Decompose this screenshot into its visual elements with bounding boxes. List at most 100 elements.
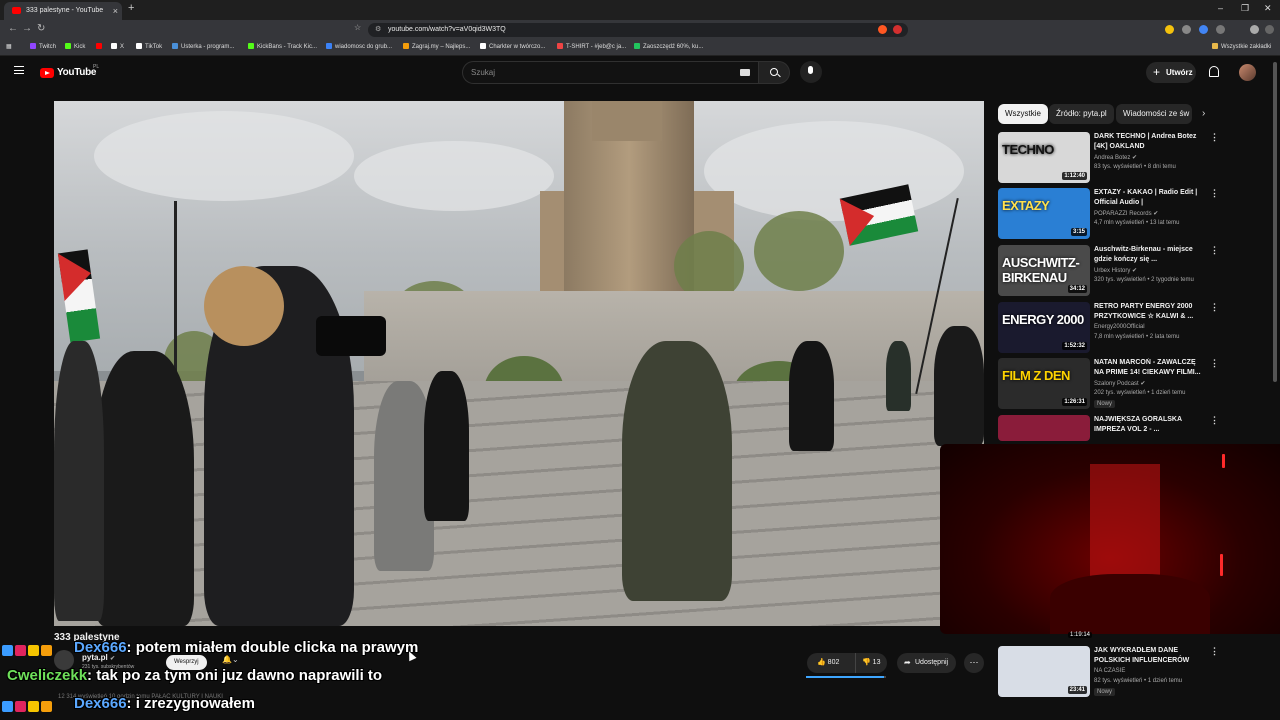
recommendation-channel[interactable]: Urbex History ✔	[1094, 267, 1137, 274]
video-thumbnail[interactable]: TECHNO 1:12:40	[998, 132, 1090, 183]
video-player[interactable]	[54, 101, 984, 626]
chevron-right-icon[interactable]: ›	[1202, 108, 1205, 119]
video-thumbnail[interactable]: FILM Z DEN 1:26:31	[998, 358, 1090, 409]
user-avatar[interactable]	[1239, 64, 1256, 81]
browser-tab[interactable]: 333 palestyne - YouTube ×	[4, 2, 122, 20]
recommendation-item[interactable]: AUSCHWITZ-BIRKENAU 34:12 Auschwitz-Birke…	[996, 245, 1266, 297]
chat-badges	[2, 698, 54, 713]
recommendation-channel[interactable]: NA CZASIE	[1094, 668, 1125, 674]
search-input[interactable]: Szukaj	[462, 61, 758, 84]
bookmark-item[interactable]: Kick	[65, 43, 85, 50]
more-options-icon[interactable]: ⋮	[1210, 415, 1219, 426]
chip-source[interactable]: Źródło: pyta.pl	[1049, 104, 1114, 124]
bookmark-item[interactable]: Charkter w twórczo...	[480, 43, 545, 50]
chip-news[interactable]: Wiadomości ze św	[1116, 104, 1192, 124]
recommendation-title[interactable]: Auschwitz-Birkenau - miejsce gdzie kończ…	[1094, 245, 1206, 265]
more-options-icon[interactable]: ⋮	[1210, 188, 1219, 199]
video-thumbnail[interactable]: ENERGY 2000 1:52:32	[998, 302, 1090, 353]
profile-icon[interactable]	[1250, 25, 1259, 34]
menu-hamburger-icon[interactable]	[14, 66, 24, 74]
recommendation-title[interactable]: RETRO PARTY ENERGY 2000 PRZYTKOWICE ☆ KA…	[1094, 302, 1206, 322]
extension-icon[interactable]	[1199, 25, 1208, 34]
recommendation-item[interactable]: 23:41 JAK WYKRADŁEM DANE POLSKICH INFLUE…	[996, 646, 1266, 698]
reload-button[interactable]: ↻	[37, 23, 45, 34]
like-button[interactable]: 👍 802	[817, 653, 839, 673]
tab-close-icon[interactable]: ×	[113, 2, 118, 20]
recommendation-item[interactable]: EXTAZY 3:15 EXTAZY - KAKAO | Radio Edit …	[996, 188, 1266, 240]
site-info-icon[interactable]: ⚙	[375, 23, 381, 37]
extension-alert-icon[interactable]	[893, 25, 902, 34]
more-options-icon[interactable]: ⋮	[1210, 302, 1219, 313]
recommendation-channel[interactable]: Andrea Botez ✔	[1094, 154, 1137, 161]
window-close-button[interactable]: ✕	[1264, 3, 1272, 14]
recommendation-meta: 320 tys. wyświetleń • 2 tygodnie temu	[1094, 277, 1194, 283]
video-thumbnail[interactable]	[998, 415, 1090, 441]
window-maximize-button[interactable]: ❐	[1241, 3, 1249, 14]
more-options-icon[interactable]: ⋮	[1210, 132, 1219, 143]
notifications-bell-icon[interactable]	[1209, 66, 1219, 77]
browser-menu-icon[interactable]	[1265, 25, 1274, 34]
search-button[interactable]	[758, 61, 790, 84]
chat-badge-icon	[41, 701, 52, 713]
chip-all[interactable]: Wszystkie	[998, 104, 1048, 124]
youtube-header: YouTube PL Szukaj + Utwórz	[0, 57, 1280, 89]
youtube-logo-text[interactable]: YouTube	[57, 67, 97, 78]
bookmark-star-icon[interactable]: ☆	[354, 23, 361, 32]
recommendation-title[interactable]: JAK WYKRADŁEM DANE POLSKICH INFLUENCERÓW	[1094, 646, 1206, 666]
video-duration: 1:19:14	[1068, 632, 1093, 638]
more-options-icon[interactable]: ⋮	[1210, 646, 1219, 657]
bookmark-item[interactable]: Zagraj.my – Najleps...	[403, 43, 470, 50]
recommendation-channel[interactable]: Szalony Podcast ✔	[1094, 380, 1145, 387]
recommendation-item[interactable]: ENERGY 2000 1:52:32 RETRO PARTY ENERGY 2…	[996, 302, 1266, 354]
all-bookmarks-folder[interactable]: Wszystkie zakładki	[1212, 43, 1271, 50]
recommendation-title[interactable]: EXTAZY - KAKAO | Radio Edit | Official A…	[1094, 188, 1206, 208]
brave-shield-icon[interactable]	[878, 25, 887, 34]
video-thumbnail[interactable]: AUSCHWITZ-BIRKENAU 34:12	[998, 245, 1090, 296]
chat-badges	[2, 642, 54, 657]
page-scrollbar[interactable]	[1273, 62, 1277, 382]
share-button[interactable]: Udostępnij	[897, 653, 957, 673]
recommendation-channel[interactable]: Energy2000Official	[1094, 324, 1145, 330]
like-dislike-group: 👍 802 👎 13	[807, 653, 887, 673]
chat-badge-icon	[28, 701, 39, 713]
apps-grid-icon[interactable]: ▦	[6, 43, 12, 50]
dislike-button[interactable]: 👎 13	[855, 653, 880, 673]
chat-username: Dex666	[74, 695, 127, 712]
more-options-icon[interactable]: ⋮	[1210, 245, 1219, 256]
bookmark-item[interactable]: TikTok	[136, 43, 162, 50]
extensions-puzzle-icon[interactable]	[1216, 25, 1225, 34]
chat-badge-icon	[2, 645, 13, 657]
bookmark-item[interactable]: X	[111, 43, 124, 50]
recommendation-channel[interactable]: POPARAZZI Records ✔	[1094, 210, 1158, 217]
recommendation-title[interactable]: NATAN MARCOŃ - ZAWALCZĘ NA PRIME 14! CIE…	[1094, 358, 1206, 378]
bookmark-item[interactable]	[96, 43, 105, 50]
recommendation-item[interactable]: TECHNO 1:12:40 DARK TECHNO | Andrea Bote…	[996, 132, 1266, 184]
more-options-icon[interactable]: ⋮	[1210, 358, 1219, 369]
bookmark-item[interactable]: T-SHIRT - #jeb@c ja...	[557, 43, 626, 50]
video-thumbnail[interactable]: 23:41	[998, 646, 1090, 697]
window-minimize-button[interactable]: –	[1218, 3, 1223, 13]
bookmark-item[interactable]: Twitch	[30, 43, 56, 50]
recommendation-title[interactable]: NAJWIĘKSZA GÓRALSKA IMPREZA VOL 2 - ...	[1094, 415, 1206, 435]
like-ratio-fill	[806, 676, 885, 678]
new-tab-button[interactable]: +	[128, 2, 134, 14]
keyboard-icon[interactable]	[740, 69, 750, 76]
extension-icon[interactable]	[1165, 25, 1174, 34]
voice-search-mic-icon[interactable]	[800, 61, 822, 83]
extension-icon[interactable]	[1182, 25, 1191, 34]
recommendation-title[interactable]: DARK TECHNO | Andrea Botez [4K] OAKLAND	[1094, 132, 1206, 152]
bookmark-item[interactable]: Zaoszczędź 60%, ku...	[634, 43, 703, 50]
more-actions-icon[interactable]: ⋯	[964, 653, 984, 673]
recommendation-item[interactable]: FILM Z DEN 1:26:31 NATAN MARCOŃ - ZAWALC…	[996, 358, 1266, 410]
video-thumbnail[interactable]: EXTAZY 3:15	[998, 188, 1090, 239]
back-button[interactable]: ←	[8, 23, 18, 34]
url-field[interactable]: ⚙ youtube.com/watch?v=aV0qid3W3TQ	[368, 23, 908, 37]
create-button[interactable]: + Utwórz	[1146, 62, 1196, 83]
new-badge: Nowy	[1094, 688, 1116, 696]
bookmark-item[interactable]: Usterka - program...	[172, 43, 234, 50]
recommendation-item[interactable]: NAJWIĘKSZA GÓRALSKA IMPREZA VOL 2 - ... …	[996, 415, 1266, 441]
bookmark-item[interactable]: wiadomosc do grub...	[326, 43, 392, 50]
forward-button[interactable]: →	[22, 23, 32, 34]
youtube-logo-icon[interactable]	[40, 68, 54, 78]
bookmark-item[interactable]: KickBans - Track Kic...	[248, 43, 317, 50]
